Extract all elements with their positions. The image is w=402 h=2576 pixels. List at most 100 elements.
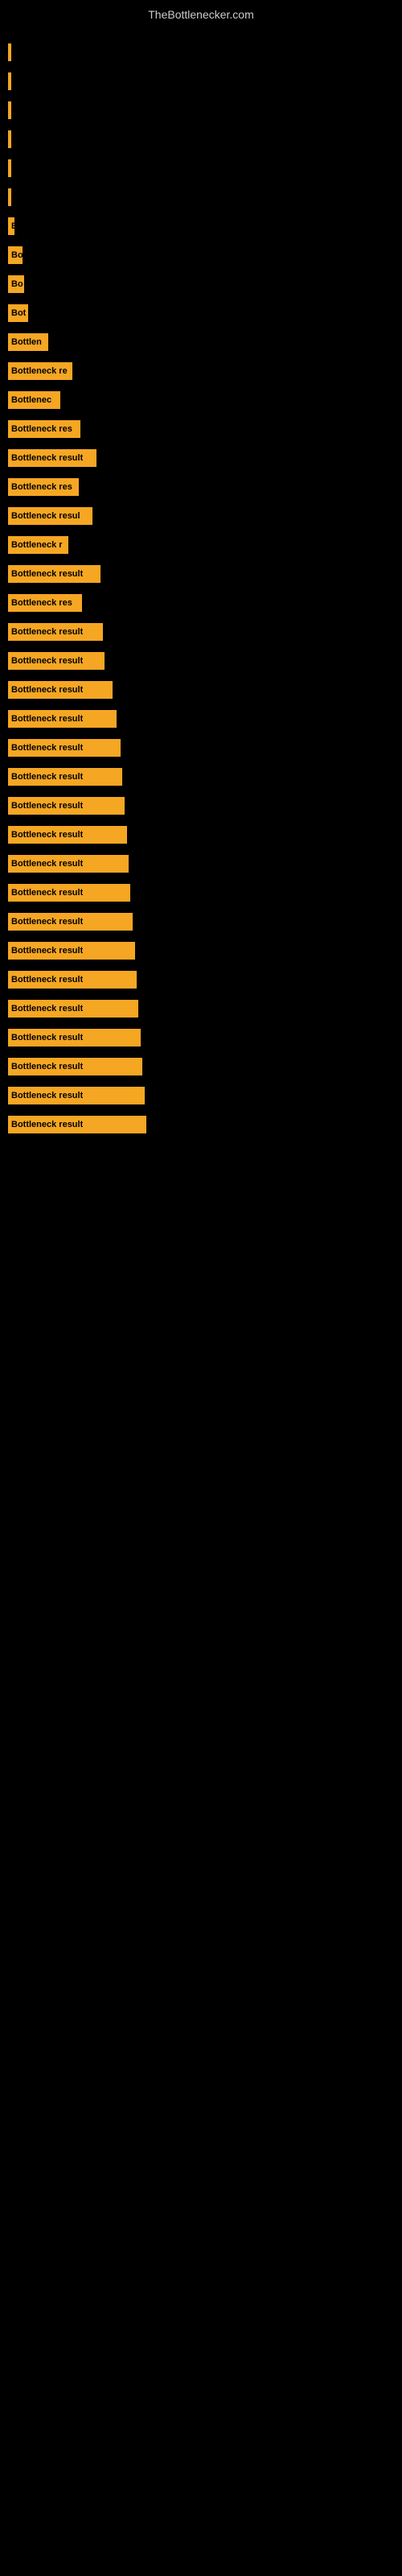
bar-label: Bottleneck result (11, 714, 83, 724)
bar-row: Bottleneck result (8, 1084, 394, 1107)
bar-row: Bottleneck result (8, 968, 394, 991)
bar-item: Bottleneck result (8, 797, 125, 815)
bar-row: Bottleneck re (8, 360, 394, 382)
bar-item: Bottleneck result (8, 826, 127, 844)
bar-row: Bottleneck result (8, 621, 394, 643)
bar-item: B (8, 217, 14, 235)
bar-row (8, 41, 394, 64)
bar-item: Bo (8, 275, 24, 293)
bar-label: Bottleneck result (11, 917, 83, 927)
bar-item (8, 130, 11, 148)
bar-row (8, 128, 394, 151)
bar-row (8, 99, 394, 122)
bar-label: Bottleneck result (11, 627, 83, 637)
bar-label: Bot (11, 308, 26, 318)
bar-item: Bottleneck result (8, 1029, 141, 1046)
bar-label: Bottleneck result (11, 1004, 83, 1013)
bar-item: Bottleneck result (8, 1087, 145, 1104)
bar-item: Bottleneck result (8, 681, 113, 699)
bar-label: Bo (11, 250, 23, 260)
bar-row: Bottleneck result (8, 1026, 394, 1049)
bar-item: Bo (8, 246, 23, 264)
bar-item: Bottleneck result (8, 739, 121, 757)
bar-row (8, 186, 394, 208)
bar-label: Bottleneck res (11, 424, 72, 434)
bar-row (8, 70, 394, 93)
bar-row: Bottleneck result (8, 1055, 394, 1078)
bar-item: Bottleneck result (8, 913, 133, 931)
bars-container: B Bo Bo Bot Bottlen Bottleneck re Bottlenec Bot… (0, 25, 402, 1150)
bar-row: Bo (8, 244, 394, 266)
bar-label: Bottleneck result (11, 685, 83, 695)
bar-item: Bottleneck res (8, 420, 80, 438)
bar-label: Bottleneck result (11, 1120, 83, 1129)
bar-row: B (8, 215, 394, 237)
bar-label: Bottleneck result (11, 975, 83, 985)
bar-row: Bottleneck result (8, 563, 394, 585)
bar-row: Bottleneck result (8, 737, 394, 759)
bar-row: Bottleneck result (8, 447, 394, 469)
bar-row: Bottleneck result (8, 795, 394, 817)
bar-item: Bottleneck result (8, 855, 129, 873)
bar-row (8, 157, 394, 180)
bar-item: Bottleneck result (8, 768, 122, 786)
bar-item: Bottleneck result (8, 1000, 138, 1018)
bar-item: Bottlen (8, 333, 48, 351)
bar-row: Bottleneck result (8, 910, 394, 933)
bar-row: Bottlenec (8, 389, 394, 411)
bar-item (8, 72, 11, 90)
bar-label: Bottleneck result (11, 946, 83, 956)
bar-label: Bottleneck result (11, 859, 83, 869)
bar-label: Bottleneck result (11, 453, 83, 463)
bar-label: Bottleneck res (11, 598, 72, 608)
bar-row: Bottleneck result (8, 766, 394, 788)
bar-item: Bottleneck result (8, 623, 103, 641)
bar-row: Bottleneck result (8, 824, 394, 846)
bar-item: Bottleneck r (8, 536, 68, 554)
bar-label: Bottleneck result (11, 1062, 83, 1071)
bar-item: Bottleneck res (8, 478, 79, 496)
bar-label: Bottleneck result (11, 656, 83, 666)
bar-row: Bottleneck result (8, 939, 394, 962)
bar-label: Bottleneck result (11, 743, 83, 753)
bar-label: Bottleneck re (11, 366, 68, 376)
bar-label: Bottleneck result (11, 1091, 83, 1100)
bar-item: Bottleneck result (8, 449, 96, 467)
bar-item: Bottleneck result (8, 565, 100, 583)
bar-item: Bottleneck result (8, 710, 117, 728)
bar-label: Bottleneck result (11, 830, 83, 840)
bar-item: Bottleneck re (8, 362, 72, 380)
bar-label: Bottleneck r (11, 540, 63, 550)
bar-row: Bottleneck r (8, 534, 394, 556)
bar-label: Bottleneck res (11, 482, 72, 492)
bar-label: Bottleneck resul (11, 511, 80, 521)
bar-label: Bottleneck result (11, 888, 83, 898)
bar-item: Bottleneck result (8, 884, 130, 902)
bar-label: Bottleneck result (11, 569, 83, 579)
bar-label: Bottleneck result (11, 1033, 83, 1042)
bar-row: Bottleneck result (8, 1113, 394, 1136)
bar-row: Bo (8, 273, 394, 295)
bar-label: B (11, 221, 14, 231)
bar-label: Bottleneck result (11, 801, 83, 811)
bar-row: Bottleneck result (8, 679, 394, 701)
bar-item: Bottleneck res (8, 594, 82, 612)
bar-item: Bottleneck result (8, 1116, 146, 1133)
bar-row: Bottleneck resul (8, 505, 394, 527)
bar-item (8, 101, 11, 119)
bar-label: Bo (11, 279, 23, 289)
bar-row: Bot (8, 302, 394, 324)
bar-label: Bottleneck result (11, 772, 83, 782)
bar-row: Bottleneck res (8, 476, 394, 498)
bar-item: Bottleneck result (8, 652, 105, 670)
site-title: TheBottlenecker.com (0, 0, 402, 25)
bar-item (8, 43, 11, 61)
bar-item: Bottleneck result (8, 971, 137, 989)
bar-item (8, 159, 11, 177)
bar-item: Bottlenec (8, 391, 60, 409)
bar-item: Bot (8, 304, 28, 322)
bar-row: Bottleneck result (8, 881, 394, 904)
bar-item: Bottleneck resul (8, 507, 92, 525)
bar-item (8, 188, 11, 206)
bar-row: Bottleneck result (8, 852, 394, 875)
